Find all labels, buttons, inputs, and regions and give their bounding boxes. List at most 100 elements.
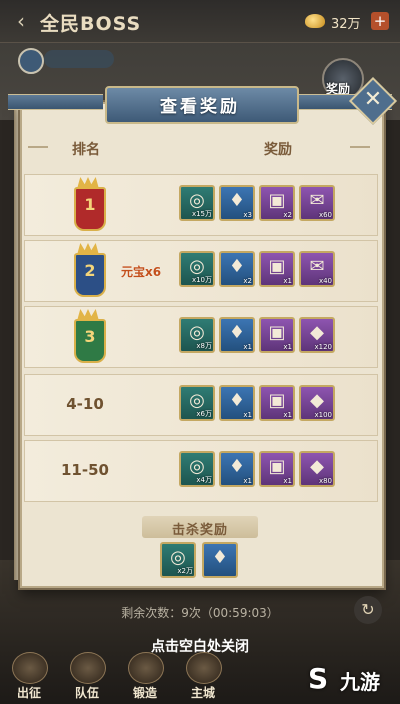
rank-range: 4-10: [66, 395, 104, 413]
rank-number: 2: [84, 261, 96, 280]
item-count: x3: [243, 211, 252, 219]
item-count: x4万: [196, 476, 212, 484]
rank-number: 1: [84, 195, 96, 214]
crown-icon: [77, 243, 99, 255]
scroll-reward-item[interactable]: ✉ x40: [299, 251, 335, 287]
nav-team[interactable]: 队伍: [62, 650, 114, 704]
armor-reward-item[interactable]: ♦ x2: [219, 251, 255, 287]
item-count: x1: [283, 477, 292, 485]
crown-icon: [77, 309, 99, 321]
chest-reward-item[interactable]: ▣ x2: [259, 185, 295, 221]
chest-reward-item[interactable]: ▣ x1: [259, 451, 295, 487]
gem-icon: ◆: [310, 390, 324, 411]
armor-reward-item[interactable]: ♦: [202, 542, 238, 578]
coin-reward-item[interactable]: ◎ x2万: [160, 542, 196, 578]
gem-reward-item[interactable]: ◆ x100: [299, 385, 335, 421]
rank-column-header: 排名: [72, 142, 100, 158]
nav-label: 队伍: [74, 686, 99, 700]
chest-icon: ▣: [268, 322, 286, 343]
armor-reward-item[interactable]: ♦ x1: [219, 317, 255, 353]
coin-icon: ◎: [189, 190, 205, 211]
item-count: x2万: [177, 567, 193, 575]
header-divider: [350, 146, 370, 148]
header-divider: [28, 146, 48, 148]
item-count: x6万: [196, 410, 212, 418]
item-count: x40: [318, 277, 332, 285]
rank-row: 4-10 ◎ x6万 ♦ x1 ▣ x1 ◆ x100: [24, 374, 378, 436]
rank-number: 3: [84, 327, 96, 346]
player-label: [44, 50, 114, 68]
armor-icon: ♦: [228, 256, 246, 277]
bonus-label: 元宝x6: [121, 265, 162, 279]
close-icon[interactable]: ✕: [356, 85, 390, 115]
item-count: x1: [243, 477, 252, 485]
chest-icon: ▣: [268, 456, 286, 477]
gem-icon: ◆: [310, 322, 324, 343]
nav-forge[interactable]: 锻造: [120, 650, 172, 704]
reward-column-header: 奖励: [264, 142, 292, 158]
coin-reward-item[interactable]: ◎ x4万: [179, 451, 215, 487]
chest-reward-item[interactable]: ▣ x1: [259, 251, 295, 287]
scroll-icon: ✉: [309, 190, 325, 211]
page-title: 全民BOSS: [40, 13, 142, 35]
kill-reward-items: ◎ x2万 ♦: [160, 540, 250, 584]
rank-medal-icon: 1: [71, 177, 106, 231]
item-count: x10万: [191, 276, 212, 284]
armor-reward-item[interactable]: ♦ x3: [219, 185, 255, 221]
rank-range: 11-50: [61, 461, 109, 479]
gem-icon: ◆: [310, 456, 324, 477]
item-count: x15万: [191, 210, 212, 218]
chest-reward-item[interactable]: ▣ x1: [259, 317, 295, 353]
chest-icon: ▣: [268, 390, 286, 411]
item-count: x1: [283, 411, 292, 419]
coin-icon: ◎: [189, 322, 205, 343]
gold-ingot-icon: [305, 14, 325, 28]
item-count: x1: [283, 277, 292, 285]
coin-reward-item[interactable]: ◎ x10万: [179, 251, 215, 287]
scroll-icon: ✉: [309, 256, 325, 277]
nav-label: 锻造: [132, 686, 157, 700]
coin-reward-item[interactable]: ◎ x8万: [179, 317, 215, 353]
item-count: x8万: [196, 342, 212, 350]
armor-icon: ♦: [211, 547, 229, 568]
coin-icon: ◎: [189, 390, 205, 411]
currency-display: 32万 +: [305, 12, 395, 32]
rank-row: 3 ◎ x8万 ♦ x1 ▣ x1 ◆ x120: [24, 306, 378, 368]
add-currency-button[interactable]: +: [371, 12, 389, 30]
chest-icon: ▣: [268, 190, 286, 211]
armor-icon: ♦: [228, 390, 246, 411]
item-count: x1: [243, 343, 252, 351]
rank-medal-icon: 2: [71, 243, 106, 297]
gem-reward-item[interactable]: ◆ x120: [299, 317, 335, 353]
coin-icon: ◎: [189, 256, 205, 277]
armor-reward-item[interactable]: ♦ x1: [219, 451, 255, 487]
armor-icon: ♦: [228, 190, 246, 211]
reward-table-header: 排名 奖励: [24, 132, 376, 162]
player-icon: [18, 48, 44, 74]
scroll-reward-item[interactable]: ✉ x60: [299, 185, 335, 221]
kill-reward-title: 击杀奖励: [171, 523, 228, 538]
forge-icon: [128, 652, 164, 684]
gem-reward-item[interactable]: ◆ x80: [299, 451, 335, 487]
nav-label: 出征: [16, 686, 41, 700]
coin-reward-item[interactable]: ◎ x6万: [179, 385, 215, 421]
item-count: x1: [243, 411, 252, 419]
coin-icon: ◎: [170, 547, 186, 568]
dialog-title: 查看奖励: [160, 97, 240, 117]
chest-reward-item[interactable]: ▣ x1: [259, 385, 295, 421]
city-icon: [186, 652, 222, 684]
armor-reward-item[interactable]: ♦ x1: [219, 385, 255, 421]
back-button[interactable]: ‹: [10, 10, 32, 32]
rank-row: 1 ◎ x15万 ♦ x3 ▣ x2 ✉ x60: [24, 174, 378, 236]
nav-label: 主城: [190, 686, 215, 700]
expedition-icon: [12, 652, 48, 684]
team-icon: [70, 652, 106, 684]
item-count: x2: [283, 211, 292, 219]
coin-reward-item[interactable]: ◎ x15万: [179, 185, 215, 221]
nav-city[interactable]: 主城: [178, 650, 230, 704]
item-count: x80: [318, 477, 332, 485]
armor-icon: ♦: [228, 322, 246, 343]
nav-expedition[interactable]: 出征: [4, 650, 56, 704]
top-bar: ‹ 全民BOSS 32万 +: [0, 0, 400, 43]
chest-icon: ▣: [268, 256, 286, 277]
